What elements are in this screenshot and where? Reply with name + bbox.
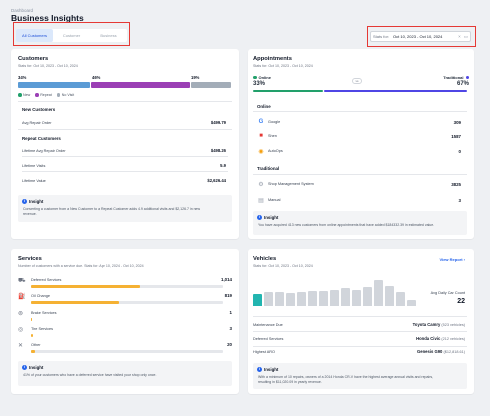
vehicles-title: Vehicles bbox=[253, 256, 277, 262]
wrench-icon: ✕ bbox=[18, 343, 24, 349]
vs-badge: vs bbox=[352, 78, 362, 84]
info-icon: i bbox=[22, 364, 27, 370]
vehicles-insight: i Insight With a minimum of 10 repairs, … bbox=[253, 363, 467, 389]
avg-daily-car-value: 22 bbox=[457, 298, 465, 305]
online-label: Online bbox=[253, 75, 271, 80]
services-insight-text: 41% of your customers who have a deferre… bbox=[23, 373, 157, 377]
appt-row-google: G Google 309 bbox=[258, 119, 461, 125]
tab-customer[interactable]: Customer bbox=[53, 29, 90, 42]
customers-insight: i Insight Converting a customer from a N… bbox=[18, 195, 232, 222]
novisit-pct: 19% bbox=[191, 75, 200, 80]
daily-car-count-chart bbox=[253, 276, 418, 306]
vehicle-row-maintenance: Maintenance Due Toyota Camry (523 vehicle… bbox=[253, 322, 465, 327]
customers-insight-text: Converting a customer from a New Custome… bbox=[23, 207, 201, 217]
lifetime-visits-row: Lifetime Visits 5.9 bbox=[22, 163, 226, 168]
daily-car-bar bbox=[264, 292, 273, 306]
daily-car-bar bbox=[385, 286, 394, 306]
tab-business[interactable]: Business bbox=[90, 29, 127, 42]
info-icon: i bbox=[257, 214, 262, 220]
daily-car-bar bbox=[352, 290, 361, 306]
legend-repeat: Repeat bbox=[35, 93, 52, 97]
vehicles-insight-text: With a minimum of 10 repairs, owners of … bbox=[258, 375, 434, 385]
online-heading: Online bbox=[257, 104, 271, 109]
oil-icon: ⛽ bbox=[18, 294, 26, 300]
daily-car-bar bbox=[407, 300, 416, 306]
repeat-segment bbox=[91, 82, 190, 88]
daily-car-bar bbox=[341, 288, 350, 306]
manual-icon: ▤ bbox=[258, 197, 264, 204]
daily-car-bar bbox=[396, 292, 405, 306]
appointments-card: Appointments Stats for: Oct 10, 2023 - O… bbox=[248, 49, 474, 239]
autoops-logo-icon: ◉ bbox=[258, 148, 264, 155]
car-icon: ⛟ bbox=[18, 278, 26, 284]
daily-car-bar bbox=[319, 291, 328, 306]
customers-title: Customers bbox=[18, 56, 49, 62]
view-report-link[interactable]: View Report › bbox=[440, 257, 466, 262]
date-range-value[interactable]: Oct 10, 2023 - Oct 10, 2024 bbox=[393, 34, 455, 39]
online-pct: 33% bbox=[253, 81, 266, 87]
clear-icon[interactable]: × bbox=[458, 34, 461, 39]
new-customers-heading: New Customers bbox=[22, 107, 56, 112]
daily-car-bar bbox=[286, 293, 295, 306]
daily-car-bar bbox=[330, 290, 339, 306]
traditional-heading: Traditional bbox=[257, 166, 280, 171]
lifetime-aro-row: Lifetime Avg Repair Order $498.26 bbox=[22, 148, 226, 153]
google-icon: G bbox=[258, 119, 264, 125]
customers-subtitle: Stats for: Oct 10, 2023 - Oct 10, 2024 bbox=[18, 64, 78, 68]
shen-logo-icon: ■ bbox=[259, 133, 263, 139]
appointments-insight: i Insight You have acquired 413 new cust… bbox=[253, 211, 467, 235]
traditional-bar bbox=[323, 90, 467, 92]
appointments-title: Appointments bbox=[253, 56, 292, 62]
repeat-pct: 46% bbox=[92, 75, 101, 80]
online-bar bbox=[253, 90, 323, 92]
avg-repair-order-row: Avg Repair Order $499.79 bbox=[22, 120, 226, 125]
new-pct: 34% bbox=[18, 75, 27, 80]
date-range-label: Stats for: bbox=[373, 34, 390, 39]
legend-novisit: No Visit bbox=[56, 93, 74, 97]
shop-system-icon: ⚙ bbox=[258, 181, 264, 188]
info-icon: i bbox=[22, 198, 27, 204]
appt-row-sms: ⚙ Shop Management System 3825 bbox=[258, 181, 461, 188]
appt-row-autoops: ◉ AutoOps 0 bbox=[258, 148, 461, 155]
appointments-insight-text: You have acquired 413 new customers from… bbox=[258, 223, 435, 227]
daily-car-bar bbox=[253, 294, 262, 306]
appt-row-shen: ■ Shen 1587 bbox=[257, 132, 461, 140]
calendar-icon[interactable]: ▭ bbox=[464, 34, 468, 40]
daily-car-bar bbox=[308, 291, 317, 306]
vehicle-row-highest-aro: Highest ARO Genesis G90 ($12,818.61) bbox=[253, 349, 465, 354]
daily-car-bar bbox=[275, 292, 284, 306]
repeat-customers-heading: Repeat Customers bbox=[22, 136, 61, 141]
customers-card: Customers Stats for: Oct 10, 2023 - Oct … bbox=[11, 49, 239, 239]
tire-icon: ◎ bbox=[18, 327, 24, 333]
tab-all-customers[interactable]: All Customers bbox=[16, 29, 53, 42]
services-subtitle: Number of customers with a service due. … bbox=[18, 264, 144, 268]
legend-new: New bbox=[18, 93, 30, 97]
appointments-subtitle: Stats for: Oct 10, 2023 - Oct 10, 2024 bbox=[253, 64, 313, 68]
date-range-field[interactable]: Stats for: Oct 10, 2023 - Oct 10, 2024 ×… bbox=[370, 31, 471, 42]
services-insight: i Insight 41% of your customers who have… bbox=[18, 361, 232, 386]
daily-car-bar bbox=[363, 287, 372, 306]
customer-tabs: All Customers Customer Business bbox=[16, 29, 127, 42]
customers-legend: New Repeat No Visit bbox=[18, 93, 74, 97]
lifetime-value-row: Lifetime Value $2,626.44 bbox=[22, 178, 226, 183]
traditional-pct: 67% bbox=[456, 81, 469, 87]
appt-row-manual: ▤ Manual 3 bbox=[258, 197, 461, 204]
vehicles-subtitle: Stats for: Oct 10, 2023 - Oct 10, 2024 bbox=[253, 264, 313, 268]
brake-icon: ⊚ bbox=[18, 311, 24, 317]
services-title: Services bbox=[18, 256, 42, 262]
new-segment bbox=[18, 82, 91, 88]
daily-car-bar bbox=[297, 292, 306, 306]
daily-car-bar bbox=[374, 280, 383, 306]
traditional-label: Traditional bbox=[443, 75, 469, 80]
novisit-segment bbox=[190, 82, 231, 88]
info-icon: i bbox=[257, 366, 262, 372]
avg-daily-car-label: Avg Daily Car Count bbox=[430, 291, 465, 295]
services-card: Services Number of customers with a serv… bbox=[11, 249, 239, 394]
vehicle-row-deferred: Deferred Services Honda Civic (212 vehicl… bbox=[253, 336, 465, 341]
